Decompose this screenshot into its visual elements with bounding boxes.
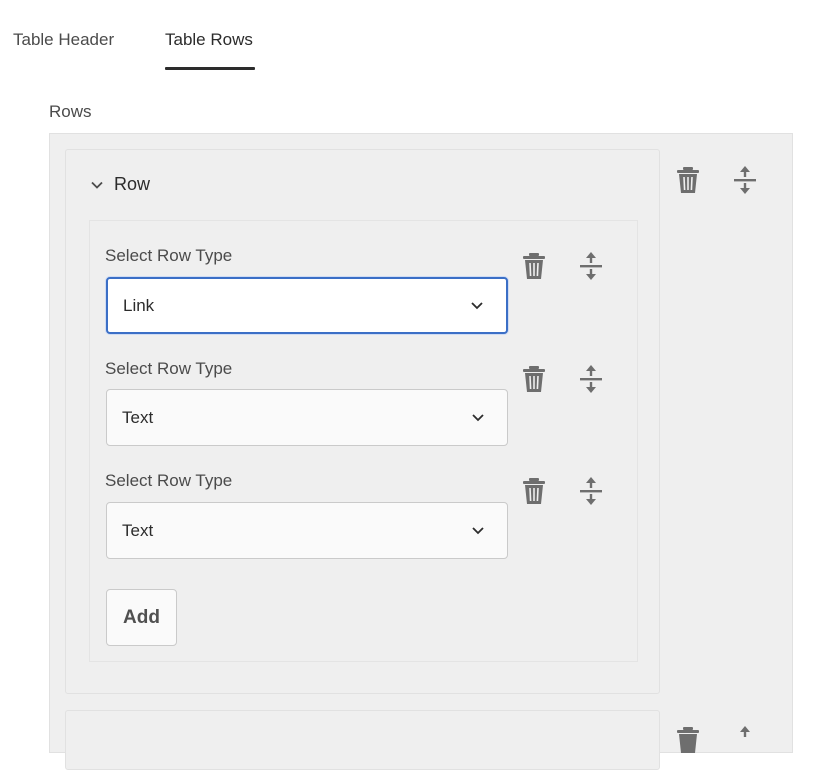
trash-icon	[677, 727, 699, 753]
row-panel-title: Row	[114, 174, 151, 194]
row-type-select[interactable]: Text	[106, 389, 508, 446]
chevron-down-icon	[472, 413, 484, 421]
move-handle-icon	[734, 166, 756, 194]
select-value: Text	[122, 520, 154, 540]
row-reorder-handle[interactable]	[727, 162, 763, 198]
field-reorder-handle[interactable]	[573, 473, 609, 509]
field-delete-button[interactable]	[516, 248, 552, 284]
field-reorder-handle[interactable]	[573, 361, 609, 397]
active-tab-indicator	[165, 67, 255, 70]
trash-icon	[677, 167, 699, 193]
move-handle-icon	[740, 726, 750, 737]
row-delete-button[interactable]	[670, 722, 706, 758]
row-type-select[interactable]: Link	[106, 277, 508, 334]
move-handle-icon	[580, 365, 602, 393]
field-delete-button[interactable]	[516, 473, 552, 509]
chevron-down-icon	[471, 301, 483, 309]
row-type-select[interactable]: Text	[106, 502, 508, 559]
field-label: Select Row Type	[105, 471, 233, 490]
row-delete-button[interactable]	[670, 162, 706, 198]
row-collapse-toggle[interactable]: Row	[90, 174, 150, 195]
field-reorder-handle[interactable]	[573, 248, 609, 284]
rows-section-label: Rows	[49, 102, 92, 121]
trash-icon	[523, 253, 545, 279]
field-label: Select Row Type	[105, 359, 233, 378]
select-value: Link	[123, 295, 155, 315]
select-value: Text	[122, 407, 154, 427]
chevron-down-icon	[91, 181, 103, 189]
row-reorder-handle[interactable]	[727, 722, 763, 758]
field-label: Select Row Type	[105, 246, 233, 265]
trash-icon	[523, 366, 545, 392]
row-panel	[65, 710, 660, 770]
trash-icon	[523, 478, 545, 504]
tab-bar: Table Header Table Rows	[0, 0, 813, 72]
tab-table-rows[interactable]: Table Rows	[165, 30, 253, 66]
move-handle-icon	[580, 477, 602, 505]
move-handle-icon	[580, 252, 602, 280]
chevron-down-icon	[472, 526, 484, 534]
tab-table-header[interactable]: Table Header	[13, 30, 114, 66]
add-row-type-button[interactable]: Add	[106, 589, 177, 646]
field-delete-button[interactable]	[516, 361, 552, 397]
